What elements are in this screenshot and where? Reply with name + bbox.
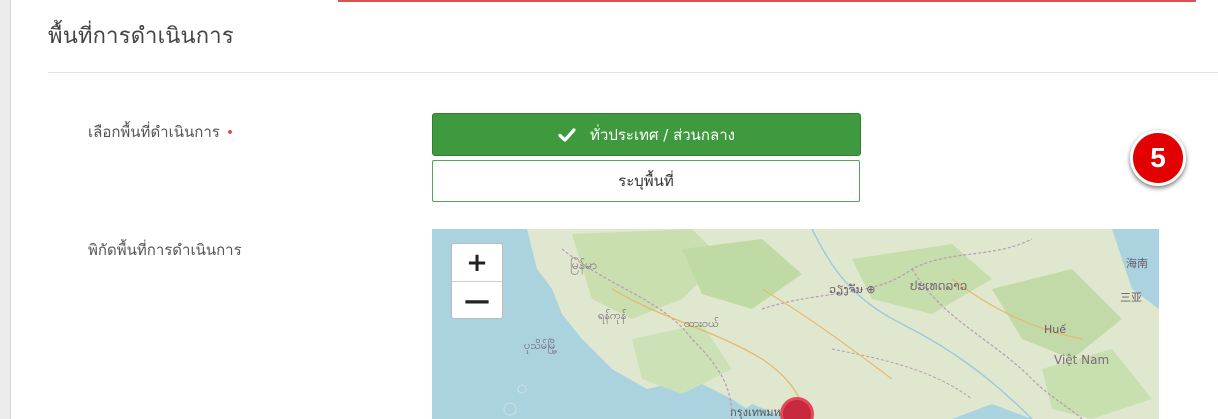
map-label-yangon: ရန်ကုန် [598,309,627,322]
coordinates-label: พิกัดพื้นที่การดำเนินการ [88,241,242,259]
specify-area-option-button[interactable]: ระบุพื้นที่ [432,160,860,202]
step-number-badge: 5 [1130,130,1186,186]
zoom-in-button[interactable]: + [452,244,502,282]
map-label-pathein: ပုသိမ်မြို့ [524,339,558,352]
zoom-out-button[interactable]: — [452,282,502,319]
map-label-laos: ປະເທດລາວ [910,279,968,293]
area-select-label: เลือกพื้นที่ดำเนินการ • [88,120,234,144]
map-label-hainan: 海南 [1126,257,1148,270]
area-select-label-text: เลือกพื้นที่ดำเนินการ [88,123,220,141]
nationwide-option-label: ทั่วประเทศ / ส่วนกลาง [590,125,735,144]
window-frame: พื้นที่การดำเนินการ เลือกพื้นที่ดำเนินกา… [0,0,1218,419]
map-label-dawei: ထားဝယ် [684,317,719,330]
map-label-vientiane: ວຽງຈັນ ⊕ [829,283,876,296]
specify-area-option-label: ระบุพื้นที่ [618,172,674,190]
map-zoom-control: + — [451,243,503,319]
map-label-hue: Huế [1044,323,1067,336]
location-map[interactable]: + — မြန်မာ ວຽງຈັນ ⊕ ປະເທດລາວ ရန်ကုန် ထား… [432,229,1159,419]
map-label-vietnam: Việt Nam [1054,353,1110,367]
map-label-myanmar: မြန်မာ [570,258,597,272]
section-divider [48,72,1218,73]
map-label-sanya: 三亚 [1120,291,1142,304]
section-title: พื้นที่การดำเนินการ [48,24,234,49]
required-indicator: • [225,125,235,141]
nationwide-option-button[interactable]: ทั่วประเทศ / ส่วนกลาง [432,113,861,156]
check-icon [558,127,576,142]
top-accent-bar [338,0,1196,2]
